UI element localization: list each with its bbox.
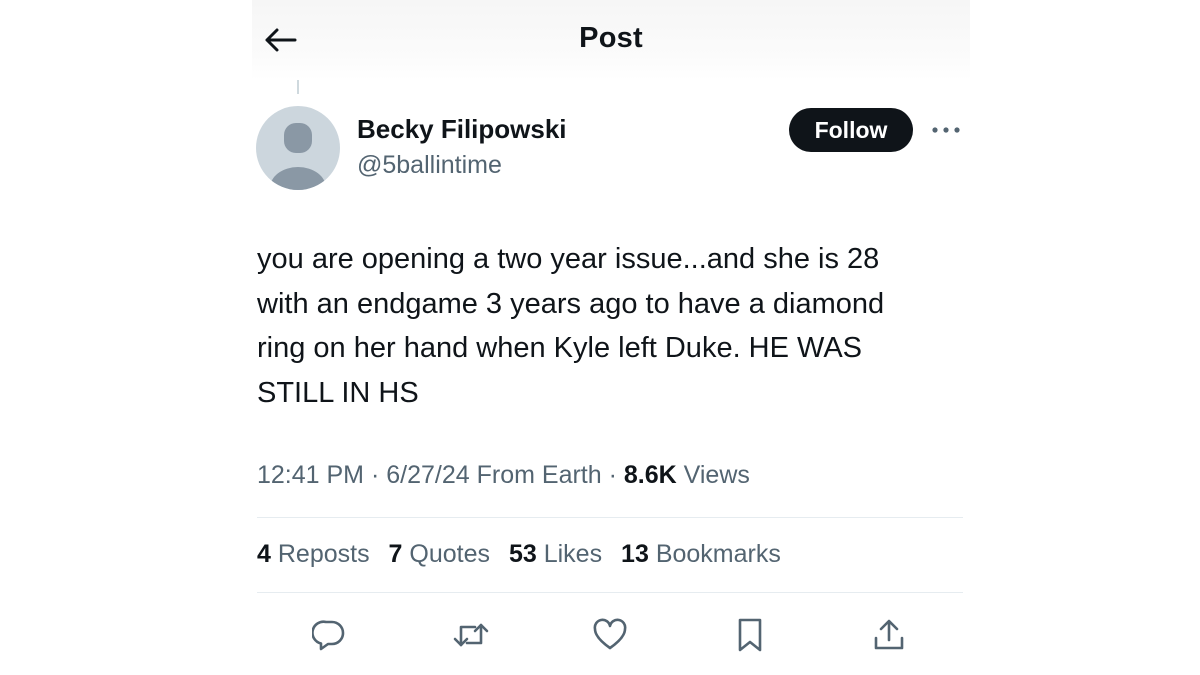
bookmarks-count: 13 — [621, 540, 649, 568]
reposts-label: Reposts — [277, 540, 370, 568]
reposts-stat[interactable]: 4 Reposts — [257, 540, 370, 569]
post-page: Post Becky Filipowski @5ballintime Follo… — [0, 0, 1200, 675]
reply-icon — [312, 620, 345, 651]
share-button[interactable] — [869, 615, 909, 655]
meta-separator: · — [608, 461, 617, 489]
share-icon — [874, 619, 904, 650]
repost-icon — [453, 623, 489, 647]
like-button[interactable] — [590, 615, 630, 655]
author-handle[interactable]: @5ballintime — [357, 151, 502, 180]
post-date[interactable]: 6/27/24 — [386, 461, 469, 489]
repost-button[interactable] — [451, 615, 491, 655]
more-options-button[interactable] — [928, 118, 964, 142]
engagement-stats: 4 Reposts 7 Quotes 53 Likes 13 Bookmarks — [257, 540, 793, 569]
post-location: From Earth — [476, 461, 602, 489]
divider — [257, 517, 963, 518]
bookmark-icon — [738, 618, 762, 652]
post-time[interactable]: 12:41 PM — [257, 461, 364, 489]
post-text-line: STILL IN HS — [257, 376, 419, 409]
views-label: Views — [683, 461, 750, 489]
follow-button[interactable]: Follow — [789, 108, 913, 152]
header-bar: Post — [252, 0, 970, 80]
post-text-line: ring on her hand when Kyle left Duke. HE… — [257, 332, 863, 364]
likes-label: Likes — [543, 540, 603, 568]
quotes-stat[interactable]: 7 Quotes — [389, 540, 490, 569]
likes-count: 53 — [508, 540, 537, 568]
post-meta: 12:41 PM · 6/27/24 From Earth · 8.6K Vie… — [257, 461, 750, 490]
meta-separator: · — [370, 461, 380, 489]
views-count: 8.6K — [623, 461, 677, 489]
like-icon — [593, 618, 627, 650]
quotes-count: 7 — [388, 540, 403, 568]
more-horizontal-icon — [932, 127, 960, 133]
divider — [257, 592, 963, 593]
post-text-line: with an endgame 3 years ago to have a di… — [257, 287, 885, 320]
bookmark-button[interactable] — [730, 615, 770, 655]
author-name[interactable]: Becky Filipowski — [357, 114, 567, 145]
avatar[interactable] — [256, 106, 340, 190]
reply-button[interactable] — [309, 615, 349, 655]
page-title: Post — [579, 22, 643, 54]
likes-stat[interactable]: 53 Likes — [509, 540, 602, 569]
default-avatar-icon — [270, 123, 326, 190]
reposts-count: 4 — [257, 540, 271, 568]
post-text: you are opening a two year issue...and s… — [257, 237, 957, 415]
bookmarks-stat[interactable]: 13 Bookmarks — [621, 540, 781, 569]
post-text-line: you are opening a two year issue...and s… — [257, 243, 880, 275]
thread-connector-line — [297, 80, 299, 94]
quotes-label: Quotes — [409, 540, 490, 568]
bookmarks-label: Bookmarks — [655, 540, 781, 568]
